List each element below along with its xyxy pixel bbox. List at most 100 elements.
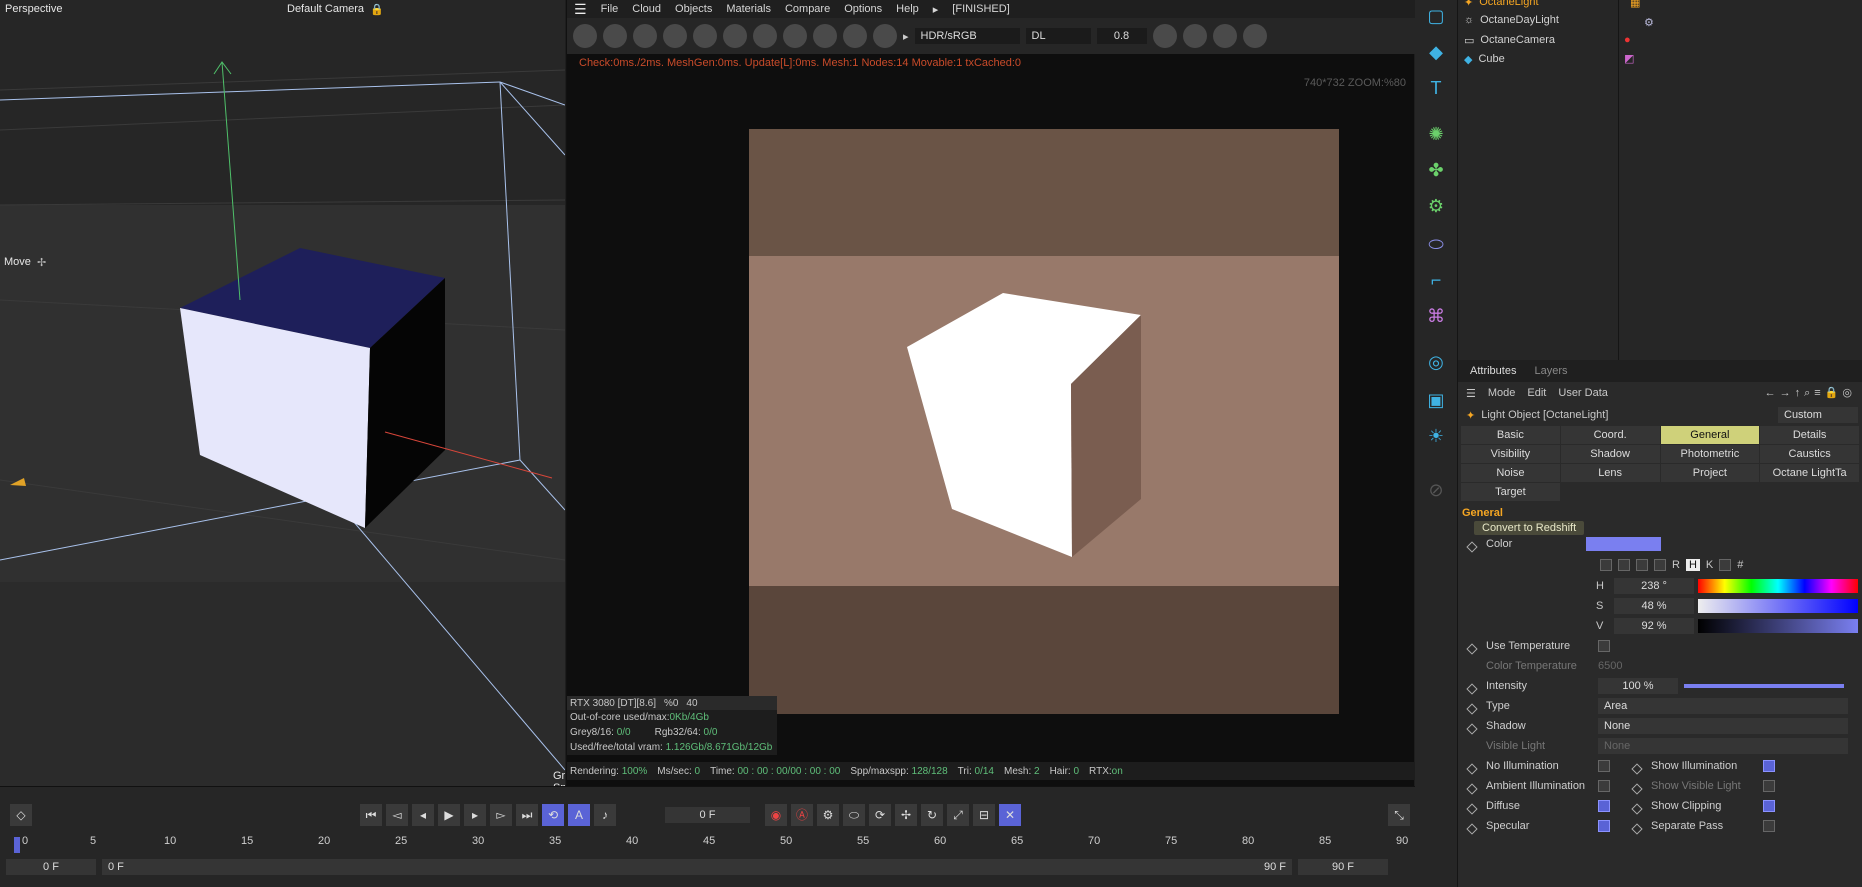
tab-noise[interactable]: Noise [1461, 464, 1560, 482]
timeline-expand-icon[interactable]: ⤡ [1388, 804, 1410, 826]
mode-h-button[interactable]: H [1685, 559, 1700, 571]
exposure-value[interactable]: 0.8 [1096, 28, 1147, 44]
record-settings-icon[interactable]: ⚙ [817, 804, 839, 826]
intensity-field[interactable]: 100 % [1598, 678, 1678, 694]
mode-k-button[interactable]: K [1706, 559, 1713, 571]
menu-user-data[interactable]: User Data [1558, 387, 1608, 399]
show-illumination-checkbox[interactable] [1763, 760, 1775, 772]
hue-slider[interactable] [1698, 579, 1858, 593]
mode-r-button[interactable]: R [1672, 559, 1680, 571]
no-illumination-checkbox[interactable] [1598, 760, 1610, 772]
octane-live-viewer[interactable]: ☰ File Cloud Objects Materials Compare O… [566, 0, 1415, 786]
current-frame-field[interactable]: 0 F [665, 807, 750, 823]
toolbar-arrow-icon[interactable]: ▸ [903, 30, 909, 43]
menu-mode[interactable]: Mode [1488, 387, 1516, 399]
timeline-ruler[interactable]: 0 5 10 15 20 25 30 35 40 45 50 55 60 65 … [0, 835, 1415, 853]
cloner-icon[interactable]: ✤ [1424, 158, 1448, 182]
sound-icon[interactable]: ♪ [594, 804, 616, 826]
parameter-key-icon[interactable]: ⊟ [973, 804, 995, 826]
globe-icon[interactable]: ◎ [1424, 350, 1448, 374]
octane-menu-file[interactable]: File [594, 3, 626, 15]
tab-visibility[interactable]: Visibility [1461, 445, 1560, 463]
octane-menu-help[interactable]: Help [889, 3, 926, 15]
text-icon[interactable]: T [1424, 76, 1448, 100]
object-name[interactable]: OctaneLight [1479, 0, 1538, 8]
object-name[interactable]: OctaneDayLight [1480, 14, 1559, 26]
octane-menu-cloud[interactable]: Cloud [625, 3, 668, 15]
object-name[interactable]: OctaneCamera [1480, 34, 1555, 46]
perspective-viewport[interactable]: Perspective Default Camera 🔒 Move ✢ Grid… [0, 0, 565, 786]
hex-icon[interactable] [1152, 24, 1177, 48]
tab-layers[interactable]: Layers [1534, 365, 1567, 377]
mixer-icon[interactable] [1719, 559, 1732, 571]
tab-basic[interactable]: Basic [1461, 426, 1560, 444]
colorspace-select[interactable]: HDR/sRGB [914, 28, 1020, 44]
hue-field[interactable]: 238 ° [1614, 578, 1694, 594]
restart-render-icon[interactable] [603, 24, 627, 48]
record-icon[interactable]: ◉ [765, 804, 787, 826]
object-row[interactable]: ▭ OctaneCamera [1464, 31, 1555, 49]
separate-pass-checkbox[interactable] [1763, 820, 1775, 832]
effector-gear-icon[interactable]: ⚙ [1424, 194, 1448, 218]
cube-tag-icon[interactable]: ◩ [1624, 52, 1634, 65]
light-tag-icon[interactable]: ▦ [1630, 0, 1640, 9]
camera-lock-icon[interactable]: 🔒 [370, 3, 384, 16]
rotate-key-icon[interactable]: ↻ [921, 804, 943, 826]
tab-octane-light-tag[interactable]: Octane LightTa [1760, 464, 1859, 482]
keyframe-icon[interactable]: ◇ [10, 804, 32, 826]
object-row[interactable]: ◆ Cube [1464, 50, 1505, 68]
tab-project[interactable]: Project [1660, 464, 1760, 482]
prev-frame-icon[interactable]: ◂ [412, 804, 434, 826]
tab-coord[interactable]: Coord. [1560, 426, 1660, 444]
go-to-start-icon[interactable]: ⏮ [360, 804, 382, 826]
viewport-view-label[interactable]: Perspective [5, 3, 62, 15]
key-position-icon[interactable]: ⬭ [843, 804, 865, 826]
tab-target[interactable]: Target [1461, 483, 1560, 501]
light-bulb-icon[interactable]: ☀ [1424, 424, 1448, 448]
play-icon[interactable]: ▶ [438, 804, 460, 826]
square-icon[interactable]: ▢ [1424, 4, 1448, 28]
type-select[interactable]: Area [1598, 698, 1848, 714]
spline-icon[interactable]: ⌐ [1424, 268, 1448, 292]
shadow-select[interactable]: None [1598, 718, 1848, 734]
gear-icon[interactable] [693, 24, 717, 48]
color-picker-icon[interactable] [1600, 559, 1612, 571]
show-visible-light-checkbox[interactable] [1763, 780, 1775, 792]
show-clipping-checkbox[interactable] [1763, 800, 1775, 812]
specular-checkbox[interactable] [1598, 820, 1610, 832]
film-icon[interactable] [1182, 24, 1207, 48]
daylight-tag-icon[interactable]: ⚙ [1644, 16, 1654, 29]
tab-caustics[interactable]: Caustics [1760, 445, 1859, 463]
tab-photometric[interactable]: Photometric [1660, 445, 1760, 463]
tab-general[interactable]: General [1660, 426, 1760, 444]
value-field[interactable]: 92 % [1614, 618, 1694, 634]
intensity-slider[interactable] [1684, 684, 1844, 688]
add-region-icon[interactable] [783, 24, 807, 48]
mode-hex-button[interactable]: # [1737, 559, 1743, 571]
auto-record-icon[interactable]: Ⓐ [791, 804, 813, 826]
tab-attributes[interactable]: Attributes [1470, 365, 1516, 377]
auto-key-icon[interactable]: A [568, 804, 590, 826]
octane-menu-hamburger-icon[interactable]: ☰ [567, 1, 594, 18]
object-row[interactable]: ☼ OctaneDayLight [1464, 11, 1559, 29]
loop-icon[interactable]: ⟲ [542, 804, 564, 826]
color-wheel-icon[interactable] [1618, 559, 1630, 571]
kernel-mode-select[interactable]: DL [1025, 28, 1091, 44]
material-picker-icon[interactable] [873, 24, 897, 48]
lock-icon[interactable] [723, 24, 747, 48]
diffuse-checkbox[interactable] [1598, 800, 1610, 812]
attributes-hamburger-icon[interactable]: ☰ [1466, 387, 1476, 400]
saturation-slider[interactable] [1698, 599, 1858, 613]
navigation-icons[interactable]: ←→↑⌕≡🔒◎ [1765, 386, 1862, 400]
send-scene-icon[interactable] [573, 24, 597, 48]
focus-picker-icon[interactable] [843, 24, 867, 48]
saturation-field[interactable]: 48 % [1614, 598, 1694, 614]
value-slider[interactable] [1698, 619, 1858, 633]
generator-icon[interactable]: ✺ [1424, 122, 1448, 146]
attributes-manager[interactable]: Attributes Layers ☰ Mode Edit User Data … [1457, 360, 1862, 887]
octane-menu-objects[interactable]: Objects [668, 3, 719, 15]
next-frame-icon[interactable]: ▸ [464, 804, 486, 826]
render-image[interactable] [749, 129, 1339, 714]
key-rotation-icon[interactable]: ⟳ [869, 804, 891, 826]
move-key-icon[interactable]: ✢ [895, 804, 917, 826]
